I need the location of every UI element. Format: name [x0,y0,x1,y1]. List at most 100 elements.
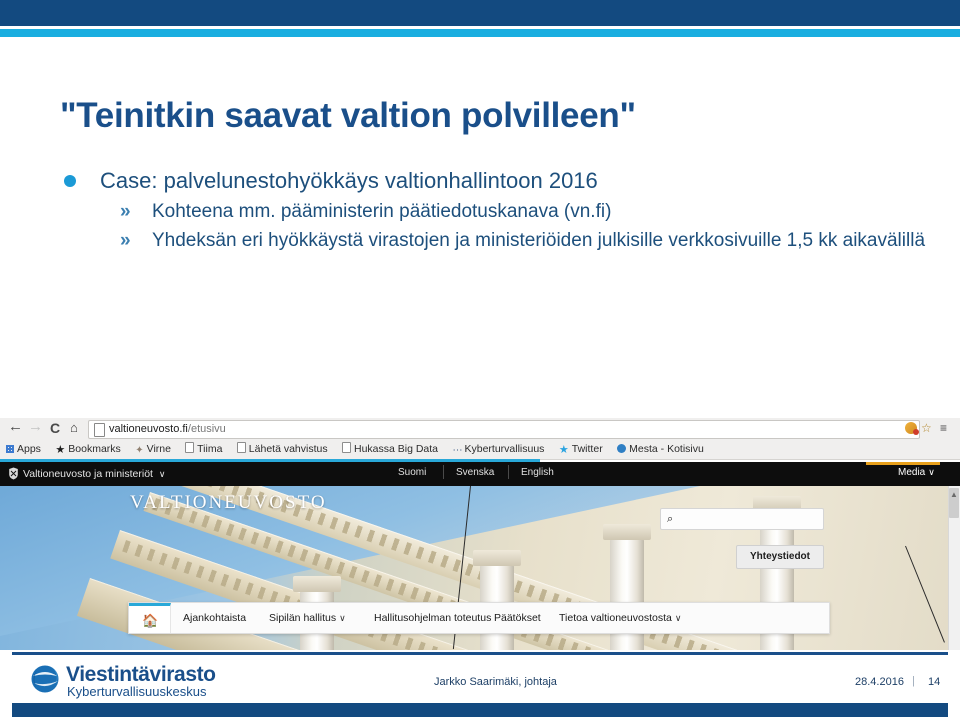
organization-logo: Viestintävirasto Kyberturvallisuuskeskus [30,662,270,702]
nav-item-label: Ajankohtaista [183,612,247,624]
bullet-list: Case: palvelunestohyökkäys valtionhallin… [60,166,940,254]
bookmark-virne[interactable]: ✦ Virne [135,440,171,460]
bookmark-star-icon[interactable]: ☆ [921,421,932,435]
column-capital [293,576,341,592]
bookmark-bookmarks[interactable]: ★ Bookmarks [55,440,120,460]
overhead-wire [905,545,945,643]
finnish-coat-of-arms-icon [9,467,18,480]
apps-grid-icon [6,445,14,453]
bottom-decorative-band [12,703,948,717]
divider [508,465,509,479]
bookmark-label: Mesta - Kotisivu [629,443,704,455]
bookmark-label: Apps [17,443,41,455]
forward-icon[interactable]: → [28,419,43,434]
bookmark-apps[interactable]: Apps [6,440,41,459]
footer-divider [12,652,948,655]
dots-icon: ⋯ [452,445,462,456]
nav-home-button[interactable]: 🏠 [129,603,171,633]
nav-item-tietoa-valtioneuvostosta[interactable]: Tietoa valtioneuvostosta ∨ [559,612,681,624]
extension-icon[interactable] [905,422,919,435]
address-bar[interactable]: valtioneuvosto.fi/etusivu [88,420,920,439]
nav-item-label: Päätökset [494,612,541,624]
chevron-double-right-icon: » [120,201,131,222]
twitter-bird-icon: ★ [558,444,569,456]
bookmark-twitter[interactable]: ★ Twitter [559,440,603,460]
chevron-down-icon: ∨ [339,613,346,623]
contact-button-label: Yhteystiedot [749,551,810,562]
bookmark-label: Tiima [197,443,223,455]
home-icon[interactable]: ⌂ [70,421,78,435]
column-capital [603,524,651,540]
bookmarks-bar: Apps ★ Bookmarks ✦ Virne Tiima Lähetä vahv… [0,440,960,460]
chevron-down-icon: ∨ [674,613,682,623]
nav-item-ajankohtaista[interactable]: Ajankohtaista [183,612,246,624]
nav-item-hallitusohjelman-toteutus[interactable]: Hallitusohjelman toteutus [374,612,491,624]
media-menu-link[interactable]: Media ∨ [898,467,935,478]
url-domain: valtioneuvosto.fi [109,423,188,435]
media-menu-label: Media [898,467,926,478]
chevron-down-icon: ∨ [158,469,166,479]
back-icon[interactable]: ← [8,419,23,434]
site-brand-label: Valtioneuvosto ja ministeriöt [23,468,153,480]
site-main-navigation: 🏠 Ajankohtaista Sipilän hallitus ∨ Hallit… [128,602,830,634]
site-brand-link[interactable]: Valtioneuvosto ja ministeriöt ∨ [8,467,165,480]
contact-button[interactable]: Yhteystiedot [736,545,824,569]
nav-item-label: Tietoa valtioneuvostosta [559,612,672,624]
reload-icon[interactable]: C [50,421,60,435]
bookmark-label: Kyberturvallisuus [464,443,545,455]
scroll-up-arrow-icon[interactable]: ▲ [950,490,958,499]
nav-item-paatokset[interactable]: Päätökset [494,612,541,624]
footer-separator: | [912,675,915,687]
site-search-input[interactable]: ⌕ [660,508,824,530]
bullet-level1-text: Case: palvelunestohyökkäys valtionhallin… [100,168,598,193]
bullet-level2-text: Yhdeksän eri hyökkäystä virastojen ja mi… [152,230,926,251]
presentation-date: 28.4.2016 [855,676,904,688]
presenter-name: Jarkko Saarimäki, johtaja [434,676,557,688]
chevron-down-icon: ∨ [928,467,935,477]
bookmark-label: Bookmarks [68,443,121,455]
language-link-svenska[interactable]: Svenska [456,467,494,478]
bullet-level2: » Yhdeksän eri hyökkäystä virastojen ja … [60,227,940,254]
site-wordmark: VALTIONEUVOSTO [130,492,327,513]
top-decorative-band-dark [0,0,960,26]
home-icon: 🏠 [142,613,159,628]
bookmark-label: Lähetä vahvistus [248,443,328,455]
media-accent-bar [866,462,940,465]
hamburger-menu-icon[interactable]: ≡ [940,421,947,435]
site-top-bar: Valtioneuvosto ja ministeriöt ∨ Suomi Sv… [0,462,960,486]
address-bar-url: valtioneuvosto.fi/etusivu [109,423,226,436]
column-capital [473,550,521,566]
browser-toolbar: ← → C ⌂ valtioneuvosto.fi/etusivu ☆ ≡ [0,418,960,441]
page-icon [342,442,352,453]
feather-icon: ✦ [135,445,144,456]
top-decorative-band-cyan [0,29,960,37]
bullet-dot-icon [64,175,76,187]
slide-number: 14 [928,676,941,688]
page-icon [94,423,105,437]
url-path: /etusivu [187,423,226,435]
language-link-suomi[interactable]: Suomi [398,467,426,478]
language-link-english[interactable]: English [521,467,554,478]
chevron-double-right-icon: » [120,230,131,251]
bookmark-mesta-kotisivu[interactable]: Mesta - Kotisivu [617,440,704,459]
bullet-level2: » Kohteena mm. pääministerin päätiedotus… [60,198,940,225]
page-icon [236,442,246,453]
divider [443,465,444,479]
nav-item-label: Sipilän hallitus [269,612,337,624]
page-icon [185,442,195,453]
nav-item-sipilan-hallitus[interactable]: Sipilän hallitus ∨ [269,612,346,624]
organization-unit: Kyberturvallisuuskeskus [67,684,207,699]
search-icon: ⌕ [667,513,674,525]
bookmark-label: Twitter [571,443,603,455]
bookmark-label: Hukassa Big Data [353,443,439,455]
bookmark-laheta-vahvistus[interactable]: Lähetä vahvistus [236,440,328,459]
page-title: "Teinitkin saavat valtion polvilleen" [60,96,636,135]
bullet-level2-text: Kohteena mm. pääministerin päätiedotuska… [152,201,612,222]
bookmark-hukassa-big-data[interactable]: Hukassa Big Data [342,440,438,459]
nav-item-label: Hallitusohjelman toteutus [374,612,492,624]
bookmark-label: Virne [146,443,171,455]
bookmark-kyberturvallisuus[interactable]: ⋯ Kyberturvallisuus [452,440,544,460]
bookmark-tiima[interactable]: Tiima [185,440,222,459]
globe-icon [617,444,627,453]
bullet-level1: Case: palvelunestohyökkäys valtionhallin… [60,166,940,196]
